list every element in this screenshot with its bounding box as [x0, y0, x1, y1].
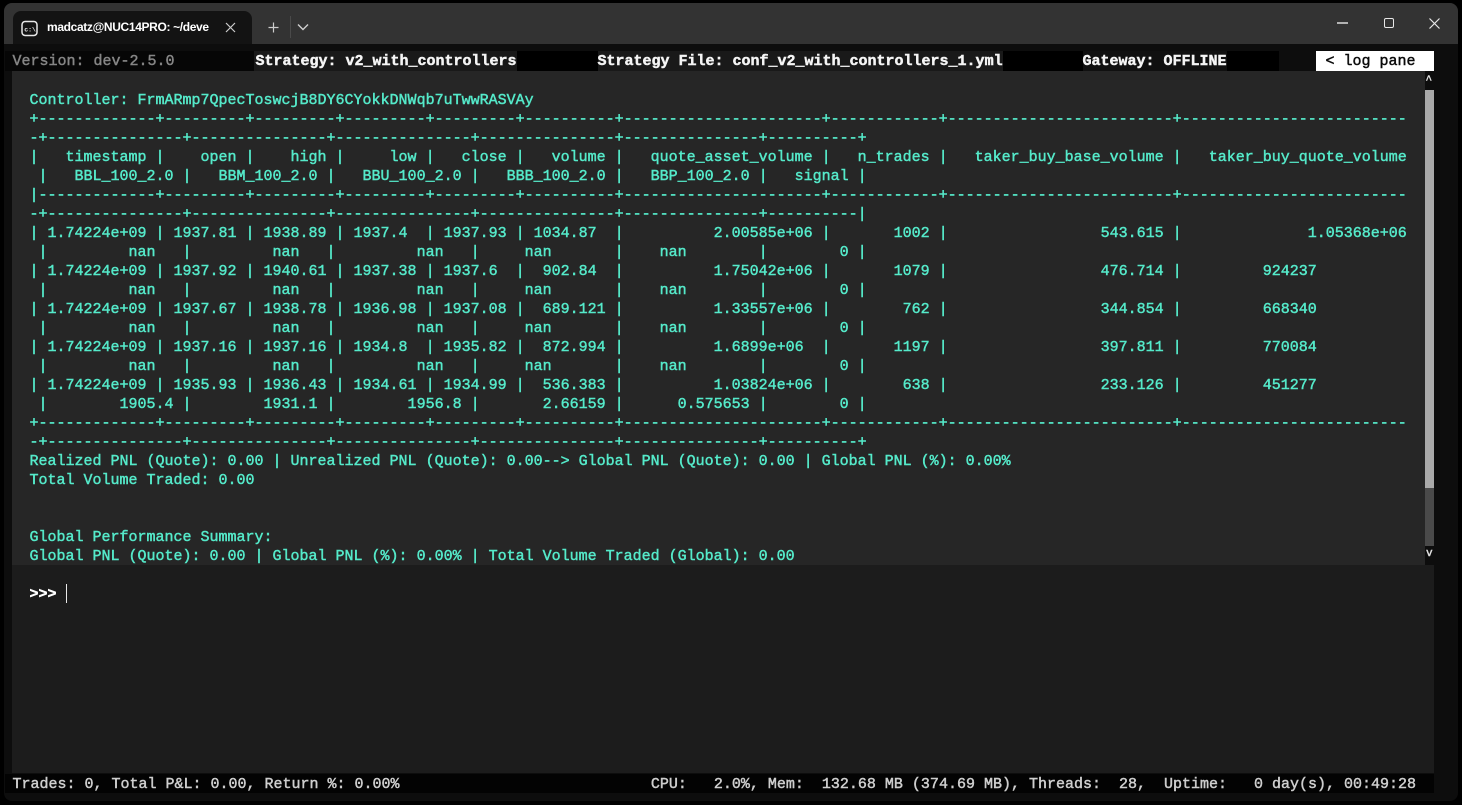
- svg-text:c:\: c:\: [24, 27, 36, 34]
